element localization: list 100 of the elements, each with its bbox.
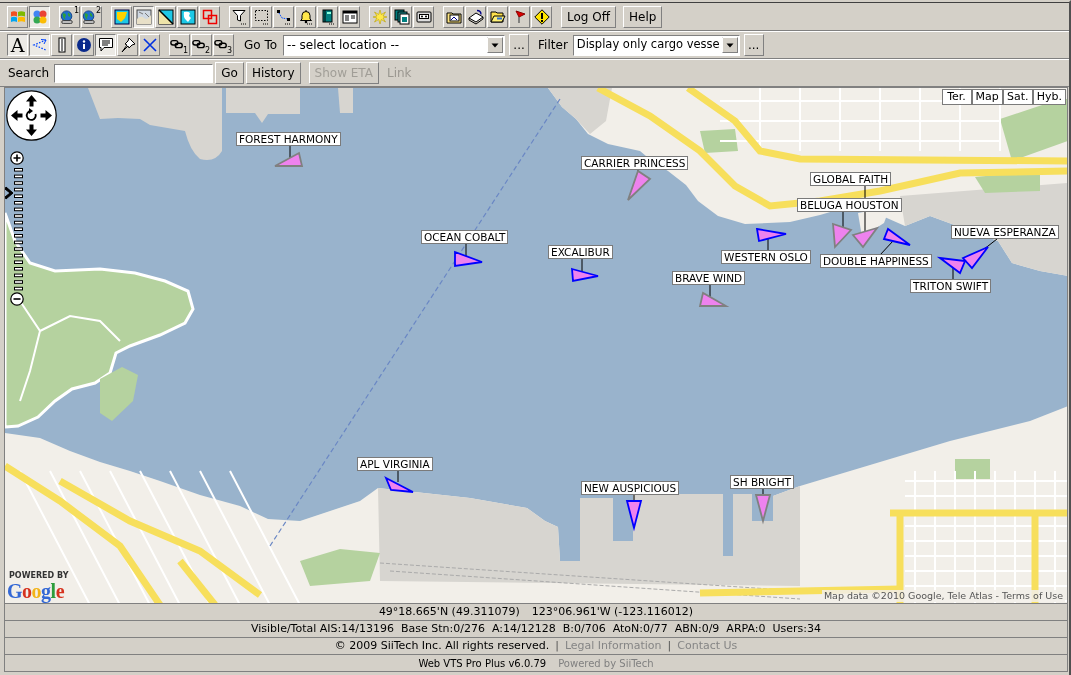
vessel-label[interactable]: APL VIRGINIA	[357, 457, 433, 471]
triangle-marker-icon[interactable]	[627, 169, 652, 201]
stat-text: ARPA:0	[726, 620, 766, 637]
triangle-marker-icon[interactable]	[961, 246, 989, 270]
toolbar-button[interactable]: A	[7, 34, 28, 56]
stat-text: Users:34	[772, 620, 821, 637]
vessel-label[interactable]: NEW AUSPICIOUS	[581, 481, 680, 495]
route-icon	[275, 8, 292, 25]
vessel-label[interactable]: NUEVA ESPERANZA	[951, 225, 1059, 239]
pan-control-icon[interactable]	[6, 90, 57, 141]
longitude-text: 123°06.961'W (-123.116012)	[531, 603, 694, 620]
stacked-pages-icon	[393, 8, 410, 25]
more-button[interactable]: ...	[743, 34, 764, 56]
four-color-flag-icon	[9, 8, 26, 25]
map-type-button[interactable]: Hyb.	[1032, 89, 1066, 105]
globe-icon	[60, 9, 74, 24]
sun-icon	[371, 8, 388, 25]
world-map-icon	[179, 8, 196, 25]
separator-text: |	[667, 637, 672, 654]
triangle-marker-icon[interactable]	[625, 500, 643, 532]
leader-line	[397, 470, 399, 483]
caret-icon	[721, 37, 738, 53]
stat-text: Visible/Total AIS:14/13196	[251, 620, 394, 637]
filter-icon	[231, 8, 248, 25]
stat-text: ABN:0/9	[674, 620, 720, 637]
toolbar-text-button[interactable]: Log Off	[561, 5, 616, 28]
leader-line	[581, 258, 583, 274]
book-icon	[319, 8, 336, 25]
split-chart-icon	[157, 8, 174, 25]
stat-text: AtoN:0/77	[612, 620, 668, 637]
triangle-marker-icon[interactable]	[754, 494, 772, 525]
map-type-button[interactable]: Ter.	[941, 89, 972, 105]
vessel-label[interactable]: OCEAN COBALT	[421, 230, 509, 244]
triangle-marker-icon[interactable]	[832, 222, 853, 250]
search-bar-button[interactable]: Go	[215, 62, 244, 84]
warning-icon	[533, 8, 550, 25]
zoom-slider-track[interactable]	[5, 167, 25, 293]
toolbar-button[interactable]: 1	[59, 5, 80, 28]
overlapping-squares-icon	[201, 8, 218, 25]
toolbar-button[interactable]	[95, 34, 116, 56]
vessel-label[interactable]: BELUGA HOUSTON	[797, 198, 902, 212]
search-field[interactable]	[54, 63, 214, 83]
cassette-icon	[415, 8, 432, 25]
caret-icon	[487, 37, 504, 53]
logo-wordmark: Google	[7, 580, 64, 602]
speech-bubble-icon	[97, 37, 114, 53]
selection-rectangle-icon	[253, 8, 270, 25]
dotted-arrow-icon	[31, 37, 48, 53]
pushpin-icon	[119, 37, 136, 53]
vessel-label[interactable]: GLOBAL FAITH	[810, 172, 892, 186]
toolbar-text-button[interactable]: Help	[622, 5, 663, 28]
version-text: Web VTS Pro Plus v6.0.79	[418, 656, 547, 671]
toolbar-button[interactable]: 2	[191, 34, 212, 56]
colored-dots-icon	[31, 8, 48, 25]
triangle-marker-icon[interactable]	[384, 476, 414, 493]
open-folder-icon	[489, 8, 506, 25]
vessel-label[interactable]: SH BRIGHT	[730, 475, 794, 489]
pier-area	[548, 88, 612, 134]
map-type-button[interactable]: Map	[971, 89, 1003, 105]
zoom-in-icon[interactable]	[10, 151, 24, 165]
vessel-label[interactable]: DOUBLE HAPPINESS	[820, 254, 932, 268]
vessel-label[interactable]: WESTERN OSLO	[721, 250, 811, 264]
filter-label: Filter	[538, 37, 568, 54]
map-type-button[interactable]: Sat.	[1002, 89, 1033, 105]
latitude-text: 49°18.665'N (49.311079)	[378, 603, 520, 620]
terms-link[interactable]: Terms of Use	[1002, 590, 1063, 601]
go-to-label: Go To	[244, 37, 278, 54]
toolbar-button[interactable]: 3	[213, 34, 234, 56]
logo-caption: POWERED BY	[9, 571, 69, 580]
zoom-out-icon[interactable]	[10, 292, 24, 306]
zoom-slider-handle[interactable]	[5, 186, 14, 200]
cross-icon	[141, 37, 158, 53]
triangle-marker-icon[interactable]	[936, 256, 967, 275]
powered-by-text: Powered by SiiTech	[558, 656, 654, 671]
location-select[interactable]: -- select location --	[283, 34, 506, 56]
triangle-marker-icon[interactable]	[698, 291, 730, 307]
vessel-label[interactable]: EXCALIBUR	[548, 245, 613, 259]
triangle-marker-icon[interactable]	[454, 250, 483, 268]
triangle-marker-icon[interactable]	[851, 226, 880, 249]
vessel-label[interactable]: FOREST HARMONY	[236, 132, 341, 146]
leader-line	[879, 240, 894, 256]
vessel-label[interactable]: BRAVE WIND	[672, 271, 746, 285]
toolbar-button[interactable]: 2	[81, 5, 102, 28]
search-label: Search	[8, 65, 50, 82]
vessel-label[interactable]: TRITON SWIFT	[910, 279, 992, 293]
search-bar-button[interactable]: History	[245, 62, 301, 84]
triangle-marker-icon[interactable]	[755, 227, 787, 243]
park-area	[955, 459, 990, 479]
bell-icon	[297, 8, 314, 25]
triangle-marker-icon[interactable]	[882, 227, 911, 246]
stat-text: Base Stn:0/276	[400, 620, 485, 637]
info-icon	[75, 37, 92, 53]
triangle-marker-icon[interactable]	[571, 267, 599, 283]
vessel-label[interactable]: CARRIER PRINCESS	[581, 156, 689, 170]
toolbar-button[interactable]: 1	[169, 34, 190, 56]
more-button[interactable]: ...	[509, 34, 530, 56]
filter-select[interactable]: Display only cargo vesse	[572, 34, 740, 56]
stat-text: B:0/706	[562, 620, 606, 637]
triangle-marker-icon[interactable]	[274, 151, 304, 167]
window-icon	[341, 8, 358, 25]
